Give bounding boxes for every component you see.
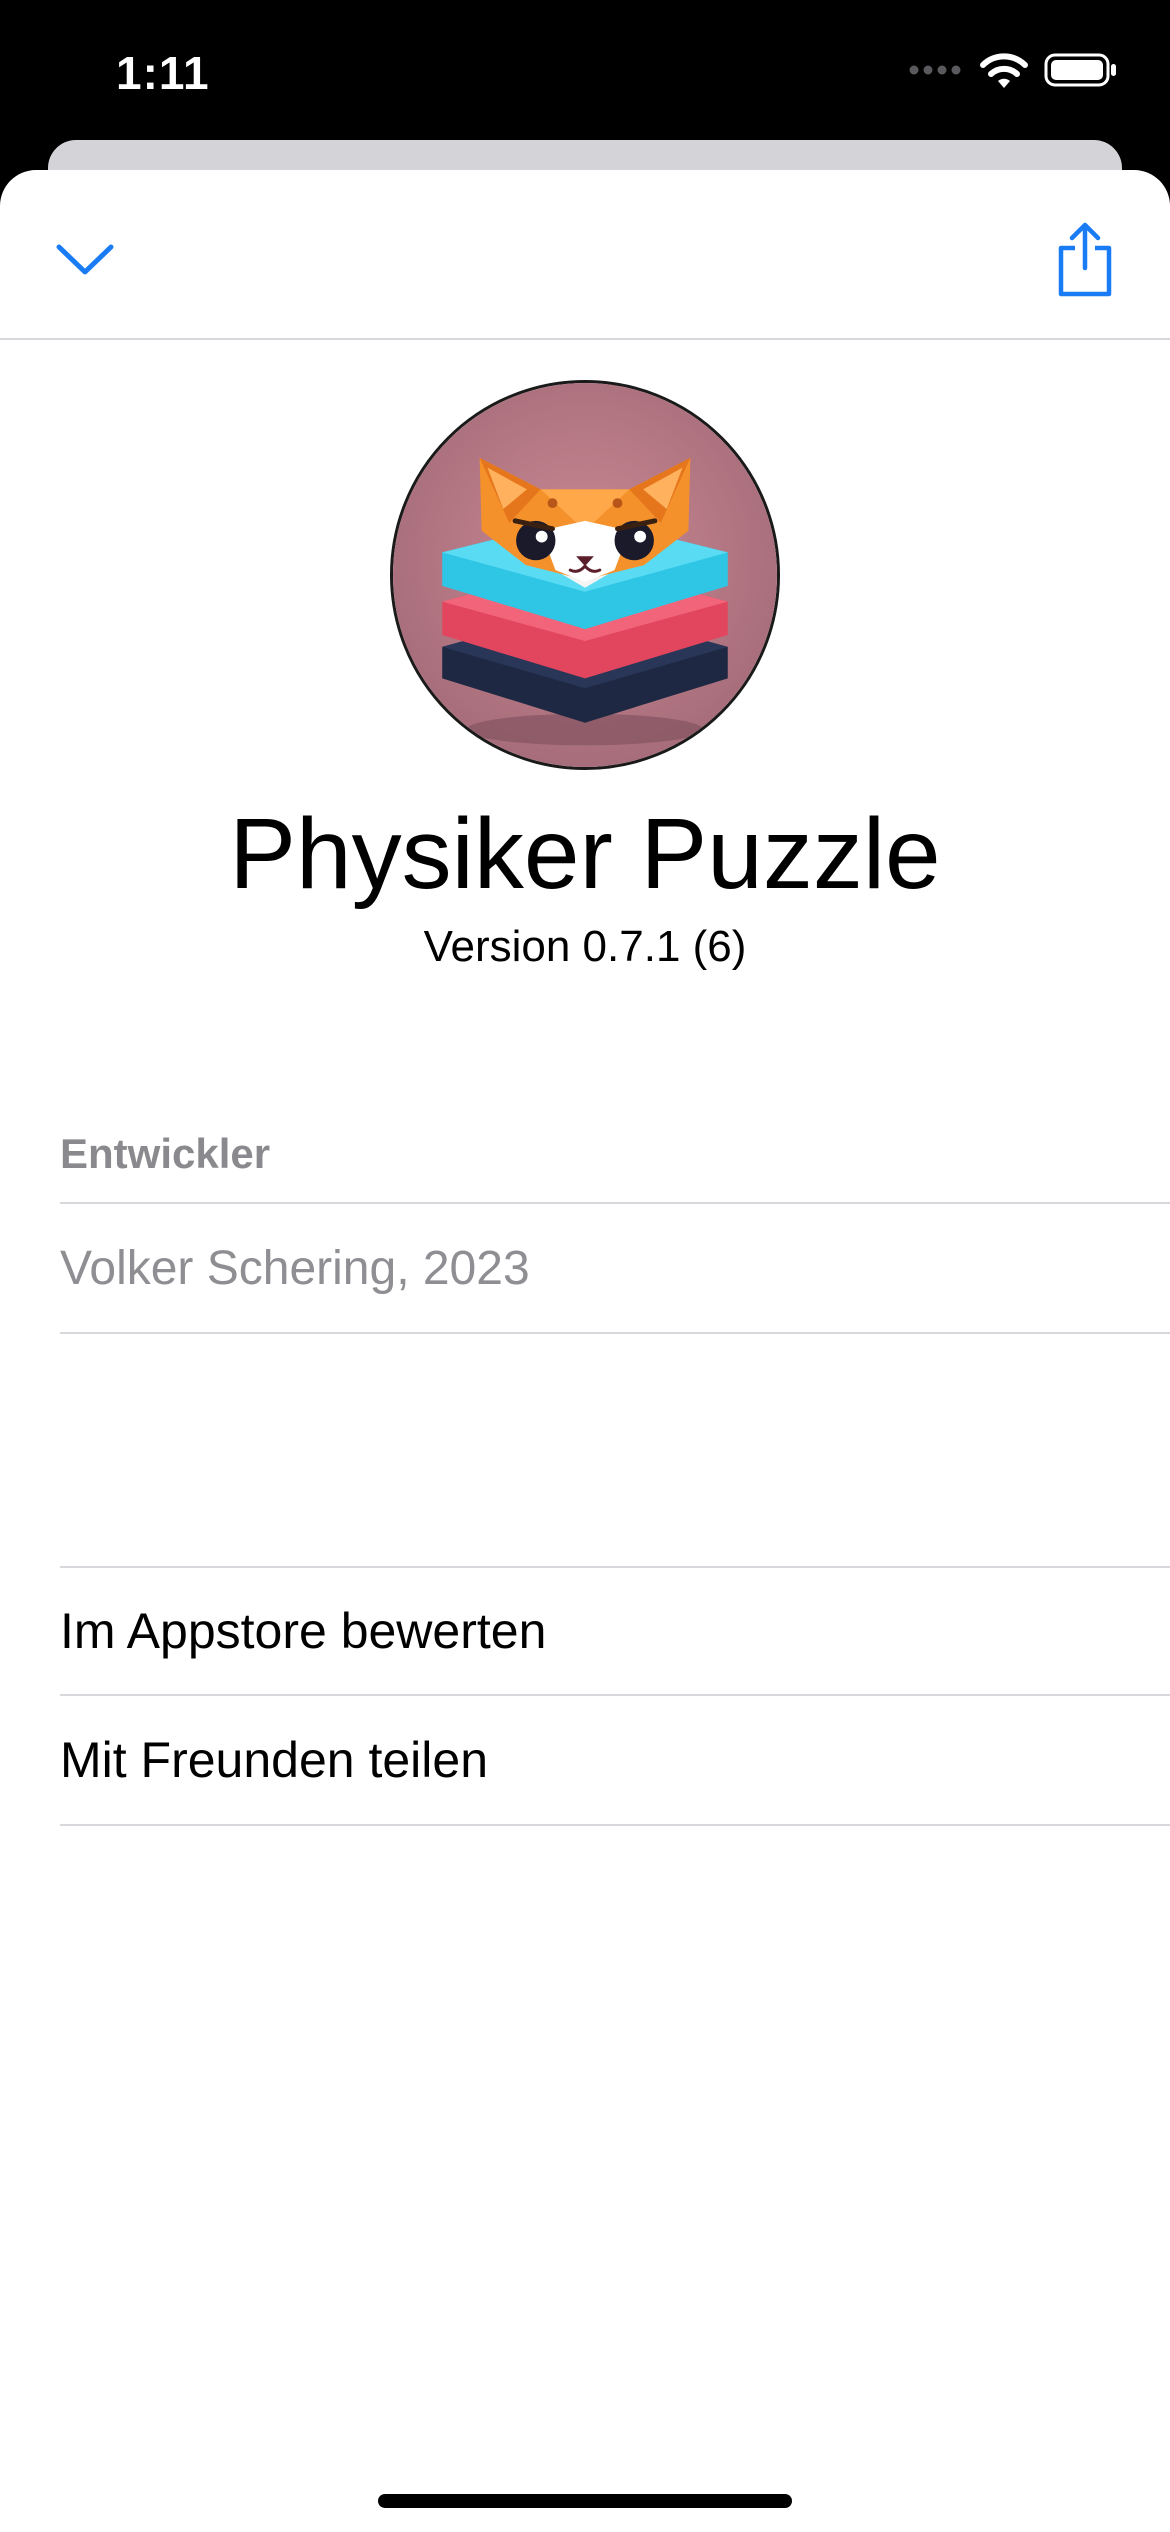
app-title: Physiker Puzzle [229, 798, 941, 910]
about-sheet: Physiker Puzzle Version 0.7.1 (6) Entwic… [0, 170, 1170, 2532]
developer-value: Volker Schering, 2023 [60, 1241, 530, 1295]
share-icon [1058, 222, 1112, 297]
rate-in-appstore-label: Im Appstore bewerten [60, 1603, 547, 1659]
navigation-bar [0, 170, 1170, 340]
developer-row: Volker Schering, 2023 [60, 1202, 1170, 1334]
battery-icon [1044, 53, 1116, 87]
fox-on-stacked-blocks-icon [393, 383, 777, 767]
chevron-down-icon [56, 244, 114, 275]
app-version: Version 0.7.1 (6) [423, 922, 747, 971]
status-time: 1:11 [116, 47, 210, 99]
status-bar: 1:11 [0, 0, 1170, 150]
share-with-friends-button[interactable]: Mit Freunden teilen [60, 1696, 1170, 1826]
home-indicator[interactable] [378, 2494, 792, 2508]
share-with-friends-label: Mit Freunden teilen [60, 1732, 489, 1788]
dismiss-button[interactable] [40, 220, 130, 300]
share-button[interactable] [1040, 210, 1130, 310]
rate-in-appstore-button[interactable]: Im Appstore bewerten [60, 1566, 1170, 1696]
app-icon [390, 380, 780, 770]
developer-section-header: Entwickler [60, 1130, 271, 1177]
signal-icon [909, 65, 961, 75]
wifi-icon [980, 53, 1028, 88]
status-icons [908, 50, 1118, 90]
